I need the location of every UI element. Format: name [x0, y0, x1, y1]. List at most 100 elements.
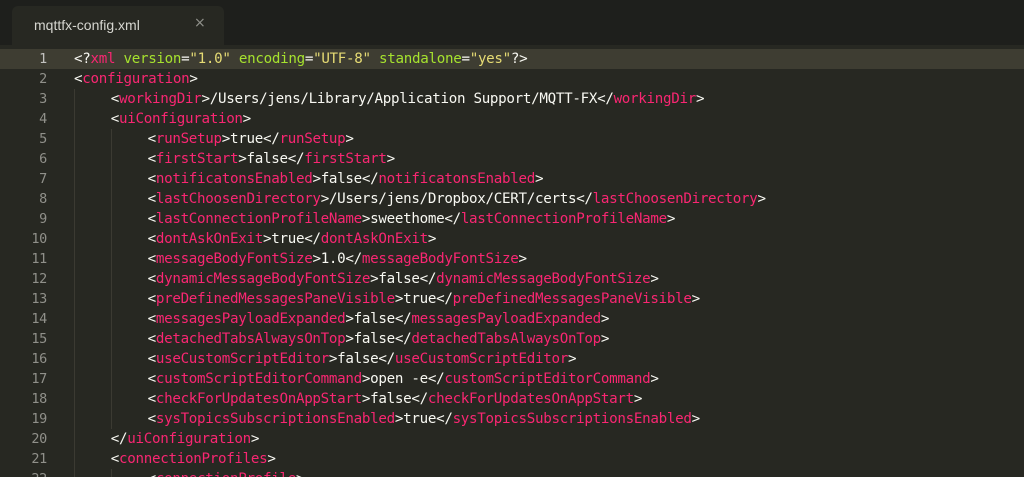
- token-tag: messageBodyFontSize: [155, 251, 313, 267]
- line-number: 12: [31, 271, 47, 287]
- token-tag: runSetup: [279, 131, 346, 147]
- token-punct: </: [436, 291, 453, 307]
- code-line[interactable]: 14 <messagesPayloadExpanded>false</messag…: [0, 309, 1024, 329]
- token-punct: =: [461, 51, 470, 67]
- token-punct: >: [263, 231, 272, 247]
- token-punct: >: [600, 311, 610, 327]
- token-txt: false: [353, 331, 396, 347]
- code-line[interactable]: 21 <connectionProfiles>: [0, 449, 1024, 469]
- code-line[interactable]: 10 <dontAskOnExit>true</dontAskOnExit>: [0, 229, 1024, 249]
- close-icon[interactable]: ×: [194, 15, 206, 31]
- indent-guide: [74, 409, 75, 429]
- editor-window: mqttfx-config.xml × 1 <?xml version = "1.0"…: [0, 0, 1024, 477]
- token-punct: =: [304, 51, 314, 67]
- code-line[interactable]: 4 <uiConfiguration>: [0, 109, 1024, 129]
- token-tag: useCustomScriptEditor: [155, 351, 329, 367]
- tab-mqttfx-config[interactable]: mqttfx-config.xml ×: [12, 6, 224, 45]
- line-number: 4: [39, 111, 47, 127]
- token-punct: >: [691, 411, 701, 427]
- code-text: <sysTopicsSubscriptionsEnabled>true</sys…: [148, 409, 701, 429]
- token-txt: true: [403, 411, 437, 427]
- line-number: 11: [31, 251, 47, 267]
- token-punct: >: [650, 371, 659, 387]
- indent-guide: [110, 249, 112, 269]
- indent-guide: [74, 449, 75, 469]
- token-txt: sweethome: [370, 211, 445, 227]
- token-punct: </: [576, 191, 593, 207]
- token-tag: checkForUpdatesOnAppStart: [427, 391, 634, 407]
- token-punct: <: [147, 291, 157, 307]
- token-txt: false: [320, 171, 363, 187]
- code-line[interactable]: 19 <sysTopicsSubscriptionsEnabled>true</s…: [0, 409, 1024, 429]
- token-tag: detachedTabsAlwaysOnTop: [411, 331, 601, 347]
- code-text: <runSetup>true</runSetup>: [148, 129, 354, 149]
- code-text: <preDefinedMessagesPaneVisible>true</pre…: [147, 289, 701, 309]
- token-tag: lastConnectionProfileName: [460, 211, 667, 227]
- code-line[interactable]: 7 <notificatonsEnabled>false</notificaton…: [0, 169, 1024, 189]
- token-str: "UTF-8": [313, 51, 371, 67]
- code-line[interactable]: 2 <configuration>: [0, 69, 1024, 89]
- line-number: 5: [39, 131, 47, 147]
- indent-guide: [74, 349, 75, 369]
- indent-guide: [74, 169, 75, 189]
- token-punct: >: [345, 311, 354, 327]
- token-punct: >: [201, 91, 210, 107]
- code-line[interactable]: 3 <workingDir>/Users/jens/Library/Applica…: [0, 89, 1024, 109]
- code-line[interactable]: 20 </uiConfiguration>: [0, 429, 1024, 449]
- token-punct: >: [567, 351, 577, 367]
- line-number: 9: [39, 211, 47, 227]
- code-line[interactable]: 13 <preDefinedMessagesPaneVisible>true</p…: [0, 289, 1024, 309]
- code-line[interactable]: 18 <checkForUpdatesOnAppStart>false</chec…: [0, 389, 1024, 409]
- token-punct: <: [110, 91, 120, 107]
- code-line[interactable]: 5 <runSetup>true</runSetup>: [0, 129, 1024, 149]
- code-line[interactable]: 8 <lastChoosenDirectory>/Users/jens/Dropb…: [0, 189, 1024, 209]
- code-text: <?xml version="1.0" encoding="UTF-8" sta…: [74, 49, 528, 69]
- token-punct: </: [361, 171, 379, 187]
- token-tag: workingDir: [119, 91, 202, 107]
- code-line[interactable]: 12 <dynamicMessageBodyFontSize>false</dyn…: [0, 269, 1024, 289]
- token-attr: version: [123, 51, 182, 67]
- token-punct: >: [361, 371, 371, 387]
- token-punct: >: [312, 171, 321, 187]
- token-punct: <: [147, 371, 157, 387]
- indent-guide: [74, 329, 75, 349]
- code-line[interactable]: 15 <detachedTabsAlwaysOnTop>false</detach…: [0, 329, 1024, 349]
- token-tag: connectionProfiles: [119, 451, 268, 467]
- code-line[interactable]: 16 <useCustomScriptEditor>false</useCusto…: [0, 349, 1024, 369]
- token-punct: </: [411, 391, 428, 407]
- code-line[interactable]: 22 <connectionProfile>: [0, 469, 1024, 477]
- token-punct: >: [345, 331, 354, 347]
- token-punct: >: [427, 231, 437, 247]
- token-punct: </: [110, 431, 128, 447]
- token-punct: <: [148, 471, 157, 477]
- token-punct: >: [394, 411, 404, 427]
- token-punct: >: [691, 291, 701, 307]
- line-number: 18: [31, 391, 47, 407]
- tab-title: mqttfx-config.xml: [34, 17, 140, 33]
- indent-guide: [74, 129, 75, 149]
- indent-guide: [110, 369, 112, 389]
- token-tag: uiConfiguration: [119, 111, 243, 127]
- code-line[interactable]: 6 <firstStart>false</firstStart>: [0, 149, 1024, 169]
- token-punct: <?: [74, 51, 91, 67]
- token-punct: ?>: [510, 51, 528, 67]
- indent-guide: [74, 369, 75, 389]
- indent-guide: [74, 89, 75, 109]
- code-line[interactable]: 11 <messageBodyFontSize>1.0</messageBodyF…: [0, 249, 1024, 269]
- indent-guide: [74, 209, 75, 229]
- token-tag: dontAskOnExit: [155, 231, 263, 247]
- code-line[interactable]: 1 <?xml version="1.0" encoding="UTF-8" st…: [0, 49, 1024, 69]
- indent-guide: [110, 229, 112, 249]
- indent-guide: [74, 429, 75, 449]
- code-text: <connectionProfile>: [148, 469, 305, 477]
- code-editor[interactable]: 1 <?xml version="1.0" encoding="UTF-8" st…: [0, 45, 1024, 477]
- token-tag: messagesPayloadExpanded: [411, 311, 601, 327]
- code-text: <dontAskOnExit>true</dontAskOnExit>: [148, 229, 437, 249]
- code-line[interactable]: 9 <lastConnectionProfileName>sweethome</l…: [0, 209, 1024, 229]
- code-line[interactable]: 17 <customScriptEditorCommand>open -e</cu…: [0, 369, 1024, 389]
- token-punct: <: [147, 331, 157, 347]
- token-punct: >: [238, 151, 247, 167]
- code-text: <notificatonsEnabled>false</notificatons…: [148, 169, 544, 189]
- token-txt: false: [370, 391, 412, 407]
- token-txt: true: [403, 291, 437, 307]
